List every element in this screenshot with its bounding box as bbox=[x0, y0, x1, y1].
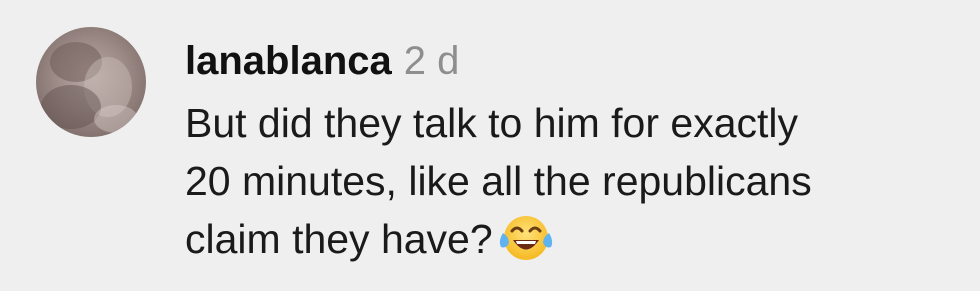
comment-body: lanablanca 2 d But did they talk to him … bbox=[185, 30, 965, 268]
comment-text-line: 20 minutes, like all the republicans bbox=[185, 158, 812, 204]
comment-timestamp[interactable]: 2 d bbox=[404, 39, 460, 84]
comment-text-line: But did they talk to him for exactly bbox=[185, 100, 798, 146]
comment-text: But did they talk to him for exactly 20 … bbox=[185, 94, 965, 268]
face-with-tears-of-joy-icon bbox=[497, 211, 555, 265]
comment-header: lanablanca 2 d bbox=[185, 30, 965, 92]
avatar[interactable] bbox=[36, 27, 146, 137]
comment-item: lanablanca 2 d But did they talk to him … bbox=[0, 0, 980, 291]
comment-text-fragment: claim they have? bbox=[185, 216, 493, 262]
comment-text-line: claim they have? bbox=[185, 210, 965, 268]
username-link[interactable]: lanablanca bbox=[185, 39, 392, 84]
